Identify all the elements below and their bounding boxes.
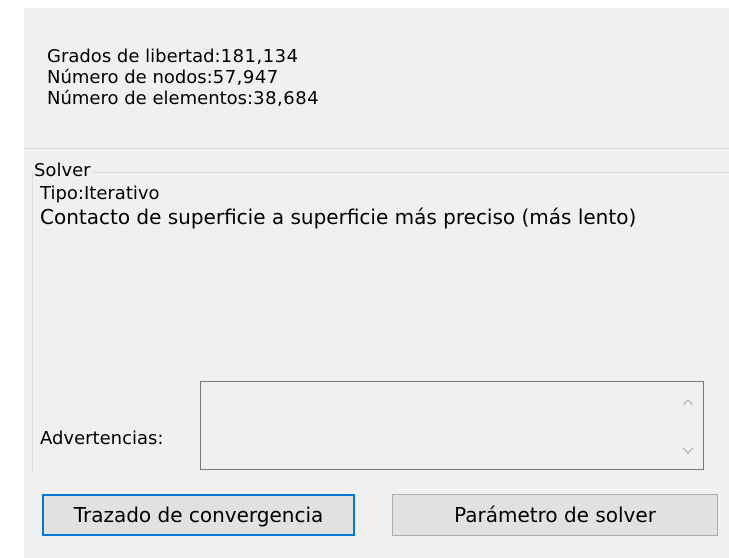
dof-value: 181,134	[220, 46, 299, 67]
nodes-label: Número de nodos:	[47, 67, 213, 88]
solver-type-label: Tipo:	[40, 183, 84, 204]
chevron-up-icon[interactable]	[681, 396, 695, 410]
solver-results-panel: Grados de libertad:181,134 Número de nod…	[24, 8, 729, 558]
elements-row: Número de elementos:38,684	[47, 88, 319, 109]
dof-label: Grados de libertad:	[47, 46, 221, 67]
solver-parameter-button[interactable]: Parámetro de solver	[392, 494, 718, 536]
warnings-field[interactable]	[200, 381, 704, 470]
nodes-row: Número de nodos:57,947	[47, 67, 279, 88]
solver-contact-text: Contacto de superficie a superficie más …	[40, 205, 637, 229]
solver-group-title: Solver	[34, 160, 93, 181]
chevron-down-icon[interactable]	[681, 443, 695, 457]
nodes-value: 57,947	[212, 67, 279, 88]
warnings-label: Advertencias:	[40, 428, 164, 449]
elements-value: 38,684	[253, 88, 320, 109]
dof-row: Grados de libertad:181,134	[47, 46, 299, 67]
solver-type-value: Iterativo	[83, 183, 160, 204]
convergence-plot-button[interactable]: Trazado de convergencia	[42, 494, 355, 536]
mesh-info-section: Grados de libertad:181,134 Número de nod…	[24, 8, 729, 149]
solver-type-row: Tipo:Iterativo	[40, 183, 160, 205]
elements-label: Número de elementos:	[47, 88, 254, 109]
